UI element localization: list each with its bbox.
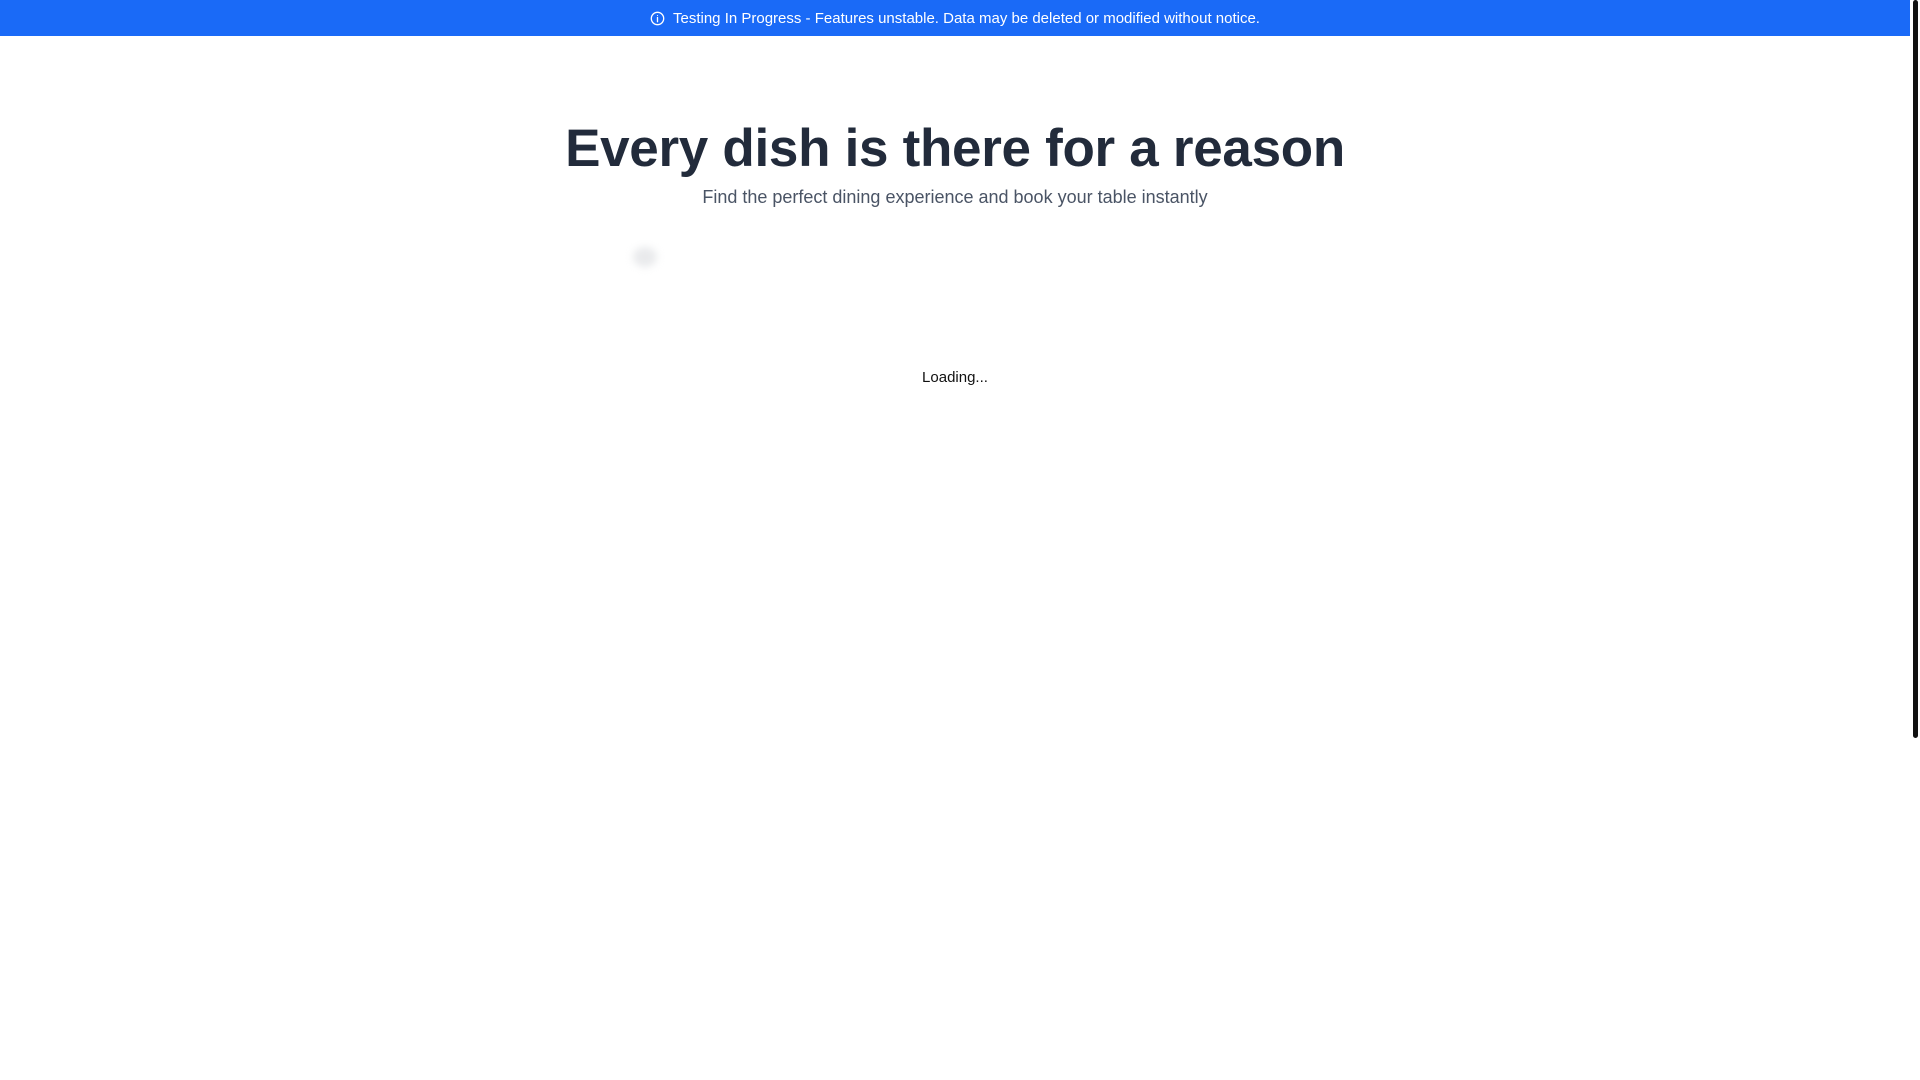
loading-indicator: Loading... bbox=[922, 369, 988, 386]
info-icon bbox=[650, 11, 665, 26]
page-title: Every dish is there for a reason bbox=[565, 119, 1345, 178]
testing-banner: Testing In Progress - Features unstable.… bbox=[0, 0, 1910, 36]
banner-text: Testing In Progress - Features unstable.… bbox=[673, 9, 1260, 27]
page-subtitle: Find the perfect dining experience and b… bbox=[702, 187, 1208, 207]
banner-content: Testing In Progress - Features unstable.… bbox=[650, 10, 1260, 27]
scrollbar-thumb[interactable] bbox=[1913, 0, 1918, 738]
loading-placeholder-blur bbox=[633, 247, 657, 267]
vertical-scrollbar[interactable] bbox=[1910, 0, 1920, 1080]
page: Testing In Progress - Features unstable.… bbox=[0, 0, 1920, 1080]
